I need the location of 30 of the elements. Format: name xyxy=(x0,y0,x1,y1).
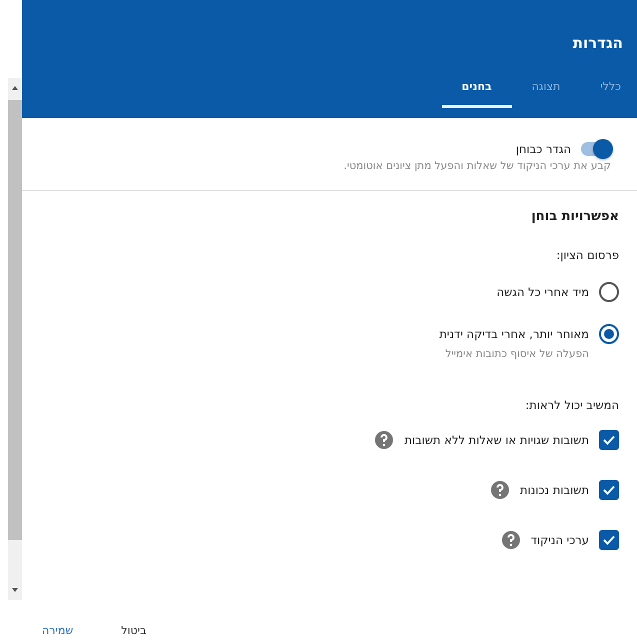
option-label: מיד אחרי כל הגשה xyxy=(496,285,589,299)
help-icon[interactable] xyxy=(500,530,521,550)
cancel-button[interactable]: ביטול xyxy=(117,622,150,638)
group-label: המשיב יכול לראות: xyxy=(524,398,619,412)
option-label: תשובות נכונות xyxy=(520,483,589,497)
tab[interactable]: כללי xyxy=(580,74,623,108)
option-label: מאוחר יותר, אחרי בדיקה ידנית xyxy=(439,327,589,341)
checkmark-icon xyxy=(603,485,615,495)
toggle-switch[interactable] xyxy=(581,142,611,156)
group-label: פרסום הציון: xyxy=(555,248,619,262)
tab[interactable]: בחנים xyxy=(442,74,512,108)
help-icon[interactable] xyxy=(374,430,394,450)
radio-button[interactable] xyxy=(599,282,619,302)
radio-button[interactable] xyxy=(599,324,619,344)
window-title: הגדרות xyxy=(572,34,623,52)
checkbox[interactable] xyxy=(599,530,619,550)
checkbox[interactable] xyxy=(599,430,619,450)
option-label: ערכי הניקוד xyxy=(530,533,589,547)
save-button[interactable]: שמירה xyxy=(38,622,78,638)
scrollbar[interactable] xyxy=(8,78,22,600)
toggle-label: הגדר כבוחן xyxy=(516,142,571,156)
checkbox[interactable] xyxy=(599,480,619,500)
checkmark-icon xyxy=(603,535,615,545)
tab[interactable]: תצוגה xyxy=(512,74,580,108)
toggle-description: קבע את ערכי הניקוד של שאלות והפעל מתן ציונים אוטומטי. xyxy=(342,160,611,172)
checkmark-icon xyxy=(603,435,615,445)
option-hint: הפעלה של איסוף כתובות אימייל xyxy=(444,348,589,360)
help-icon[interactable] xyxy=(490,480,510,500)
option-label: תשובות שגויות או שאלות ללא תשובות xyxy=(404,433,589,447)
section-title: אפשרויות בוחן xyxy=(530,209,619,224)
